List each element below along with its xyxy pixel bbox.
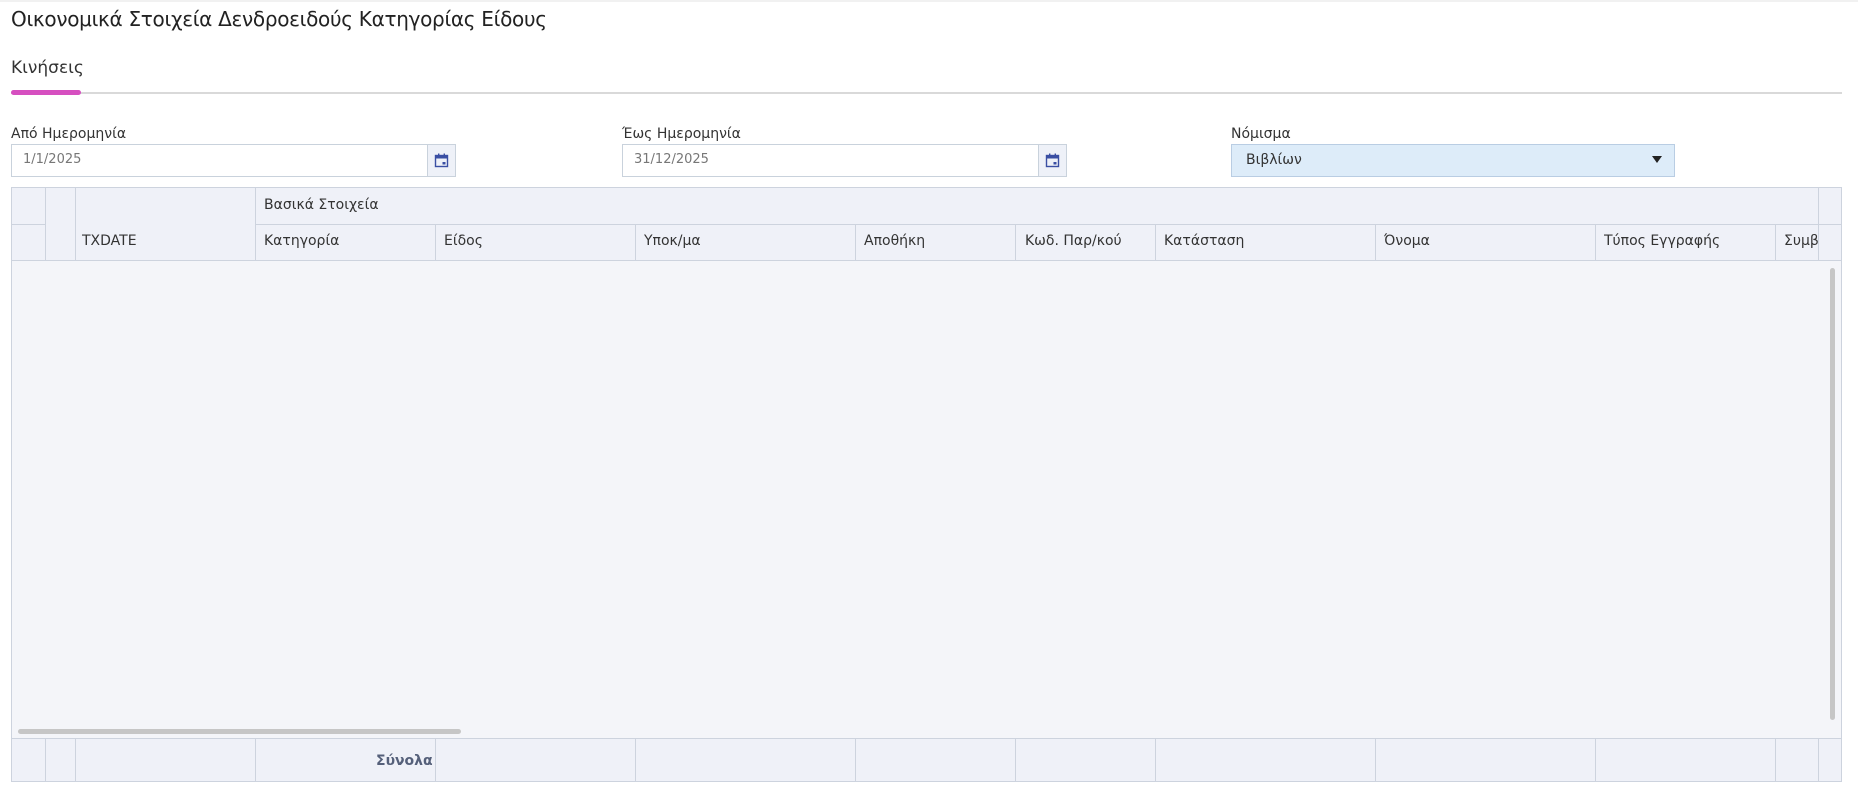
column-divider bbox=[1015, 739, 1016, 781]
column-divider bbox=[1775, 739, 1776, 781]
to-date-calendar-button[interactable] bbox=[1038, 145, 1066, 176]
column-divider bbox=[255, 188, 256, 261]
tab-bar-divider bbox=[11, 92, 1842, 94]
column-header-category[interactable]: Κατηγορία bbox=[264, 233, 339, 249]
tab-bar: Κινήσεις bbox=[11, 58, 1842, 96]
to-date-input[interactable]: 31/12/2025 bbox=[622, 144, 1067, 177]
calendar-icon bbox=[1045, 153, 1060, 168]
column-divider bbox=[1818, 739, 1819, 781]
column-divider bbox=[855, 739, 856, 781]
column-divider bbox=[1595, 739, 1596, 781]
column-divider bbox=[1775, 224, 1776, 261]
column-header-partial[interactable]: Συμβ bbox=[1784, 233, 1826, 249]
column-divider bbox=[1375, 224, 1376, 261]
grid-header: Βασικά Στοιχεία TXDATE Κατηγορία Είδος Υ… bbox=[12, 188, 1841, 261]
currency-select[interactable]: Βιβλίων bbox=[1231, 144, 1675, 177]
currency-value: Βιβλίων bbox=[1246, 152, 1302, 168]
column-divider bbox=[635, 224, 636, 261]
column-divider bbox=[1155, 224, 1156, 261]
column-divider bbox=[1015, 224, 1016, 261]
page-title: Οικονομικά Στοιχεία Δενδροειδούς Κατηγορ… bbox=[11, 7, 547, 31]
column-divider bbox=[435, 739, 436, 781]
column-divider bbox=[75, 188, 76, 261]
header-separator bbox=[12, 224, 45, 225]
column-divider bbox=[635, 739, 636, 781]
from-date-label: Από Ημερομηνία bbox=[11, 126, 127, 142]
column-header-name[interactable]: Όνομα bbox=[1384, 233, 1430, 249]
column-divider bbox=[255, 739, 256, 781]
from-date-input[interactable]: 1/1/2025 bbox=[11, 144, 456, 177]
column-header-item[interactable]: Είδος bbox=[444, 233, 483, 249]
column-header-partner-code[interactable]: Κωδ. Παρ/κού bbox=[1025, 233, 1122, 249]
calendar-icon bbox=[434, 153, 449, 168]
column-header-status[interactable]: Κατάσταση bbox=[1164, 233, 1244, 249]
tab-kiniseis[interactable]: Κινήσεις bbox=[11, 58, 84, 78]
column-divider bbox=[1818, 188, 1819, 261]
column-divider bbox=[45, 739, 46, 781]
column-divider bbox=[435, 224, 436, 261]
column-header-entry-type[interactable]: Τύπος Εγγραφής bbox=[1604, 233, 1720, 249]
group-header-basic-info: Βασικά Στοιχεία bbox=[264, 197, 379, 213]
grid-footer: Σύνολα bbox=[12, 738, 1841, 781]
from-date-value[interactable]: 1/1/2025 bbox=[23, 152, 81, 167]
horizontal-scrollbar[interactable] bbox=[18, 729, 461, 734]
column-divider bbox=[1155, 739, 1156, 781]
column-divider bbox=[75, 739, 76, 781]
column-divider bbox=[855, 224, 856, 261]
column-header-branch[interactable]: Υποκ/μα bbox=[644, 233, 701, 249]
column-header-warehouse[interactable]: Αποθήκη bbox=[864, 233, 925, 249]
vertical-scrollbar[interactable] bbox=[1830, 268, 1835, 720]
column-divider bbox=[45, 188, 46, 261]
totals-label: Σύνολα bbox=[376, 753, 433, 769]
top-border bbox=[0, 0, 1858, 2]
data-grid: Βασικά Στοιχεία TXDATE Κατηγορία Είδος Υ… bbox=[11, 187, 1842, 782]
column-divider bbox=[1375, 739, 1376, 781]
from-date-calendar-button[interactable] bbox=[427, 145, 455, 176]
column-divider bbox=[1595, 224, 1596, 261]
active-tab-indicator bbox=[11, 90, 81, 95]
currency-label: Νόμισμα bbox=[1231, 126, 1291, 142]
header-separator bbox=[255, 224, 1841, 225]
column-header-txdate[interactable]: TXDATE bbox=[82, 233, 137, 249]
to-date-label: Έως Ημερομηνία bbox=[622, 126, 741, 142]
caret-down-icon[interactable] bbox=[1652, 156, 1662, 163]
to-date-value[interactable]: 31/12/2025 bbox=[634, 152, 709, 167]
